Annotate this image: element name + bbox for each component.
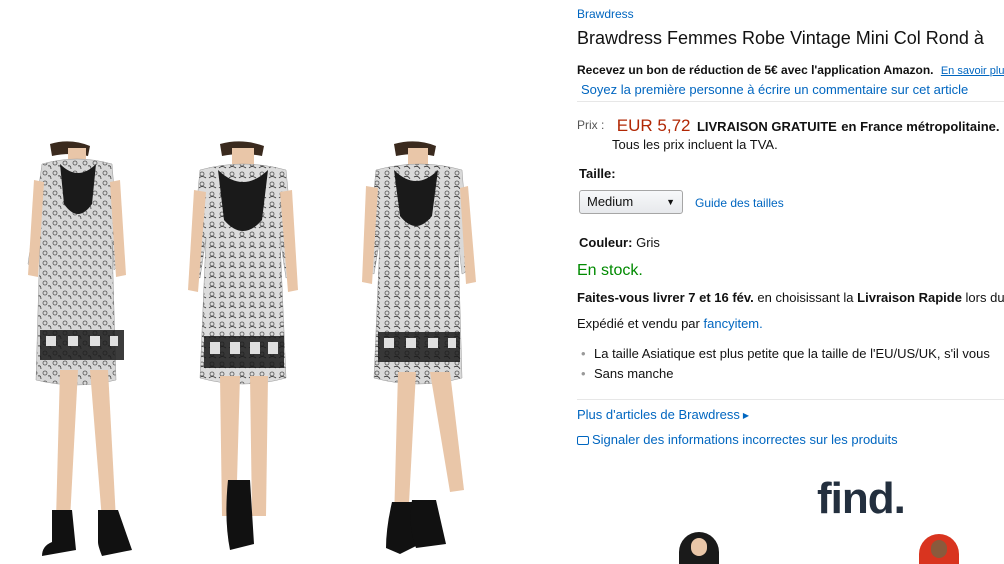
ad-model-face bbox=[691, 538, 707, 556]
feature-bullets: • La taille Asiatique est plus petite que… bbox=[581, 344, 990, 384]
ad-model-image-right[interactable] bbox=[919, 534, 959, 564]
product-page: Brawdress Brawdress Femmes Robe Vintage … bbox=[0, 0, 1004, 564]
more-from-brand-link[interactable]: Plus d'articles de Brawdress ▶ bbox=[577, 407, 749, 422]
brand-link[interactable]: Brawdress bbox=[577, 7, 634, 21]
delivery-middle: en choisissant la bbox=[757, 290, 854, 305]
report-label: Signaler des informations incorrectes su… bbox=[592, 432, 898, 447]
find-ad-logo[interactable]: find. bbox=[817, 474, 906, 524]
price-row: Prix : EUR 5,72 LIVRAISON GRATUITE en Fr… bbox=[577, 116, 999, 136]
color-row: Couleur: Gris bbox=[579, 235, 660, 250]
size-selected-value: Medium bbox=[587, 194, 634, 209]
size-label: Taille: bbox=[579, 166, 616, 181]
color-value: Gris bbox=[636, 235, 660, 250]
delivery-option: Livraison Rapide bbox=[857, 290, 962, 305]
price-value: EUR 5,72 bbox=[616, 116, 691, 135]
free-shipping-label: LIVRAISON GRATUITE bbox=[696, 119, 837, 134]
sold-by-prefix: Expédié et vendu par bbox=[577, 316, 700, 331]
size-guide-link[interactable]: Guide des tailles bbox=[695, 196, 784, 210]
price-label: Prix : bbox=[577, 118, 605, 132]
promo-banner: Recevez un bon de réduction de 5€ avec l… bbox=[577, 63, 1004, 77]
color-label: Couleur: bbox=[579, 235, 633, 250]
divider bbox=[577, 399, 1004, 400]
product-image-model-front[interactable] bbox=[168, 140, 318, 560]
ad-model-image-left[interactable] bbox=[679, 532, 719, 564]
promo-learn-more-link[interactable]: En savoir plu bbox=[941, 65, 1004, 77]
ad-model-face bbox=[931, 540, 947, 558]
delivery-info: Faites-vous livrer 7 et 16 fév. en chois… bbox=[577, 290, 1004, 305]
stock-status: En stock. bbox=[577, 262, 643, 279]
bullet-icon: • bbox=[581, 366, 586, 381]
delivery-tail: lors du bbox=[965, 290, 1004, 305]
delivery-dates: Faites-vous livrer 7 et 16 fév. bbox=[577, 290, 754, 305]
product-image-model-left[interactable] bbox=[12, 140, 162, 560]
product-detail-panel: Brawdress Brawdress Femmes Robe Vintage … bbox=[577, 0, 1004, 564]
report-incorrect-info-link[interactable]: Signaler des informations incorrectes su… bbox=[577, 432, 898, 447]
product-title: Brawdress Femmes Robe Vintage Mini Col R… bbox=[577, 28, 984, 48]
message-icon bbox=[577, 436, 589, 445]
size-dropdown[interactable]: Medium ▼ bbox=[579, 190, 683, 214]
bullet-icon: • bbox=[581, 346, 586, 361]
promo-text: Recevez un bon de réduction de 5€ avec l… bbox=[577, 63, 934, 77]
free-shipping-region: en France métropolitaine. bbox=[841, 119, 1000, 134]
seller-link[interactable]: fancyitem. bbox=[704, 316, 763, 331]
caret-right-icon: ▶ bbox=[742, 411, 750, 420]
list-item: • Sans manche bbox=[581, 364, 990, 384]
dropdown-caret-icon: ▼ bbox=[666, 197, 675, 207]
product-image-model-right[interactable] bbox=[352, 140, 502, 560]
bullet-text: La taille Asiatique est plus petite que … bbox=[594, 346, 990, 361]
bullet-text: Sans manche bbox=[594, 366, 674, 381]
divider bbox=[577, 101, 1004, 102]
more-from-brand-label: Plus d'articles de Brawdress bbox=[577, 407, 740, 422]
vat-note: Tous les prix incluent la TVA. bbox=[612, 137, 778, 152]
sold-by: Expédié et vendu par fancyitem. bbox=[577, 316, 763, 331]
list-item: • La taille Asiatique est plus petite que… bbox=[581, 344, 990, 364]
product-image-panel[interactable] bbox=[0, 0, 556, 564]
write-review-link[interactable]: Soyez la première personne à écrire un c… bbox=[581, 82, 968, 97]
